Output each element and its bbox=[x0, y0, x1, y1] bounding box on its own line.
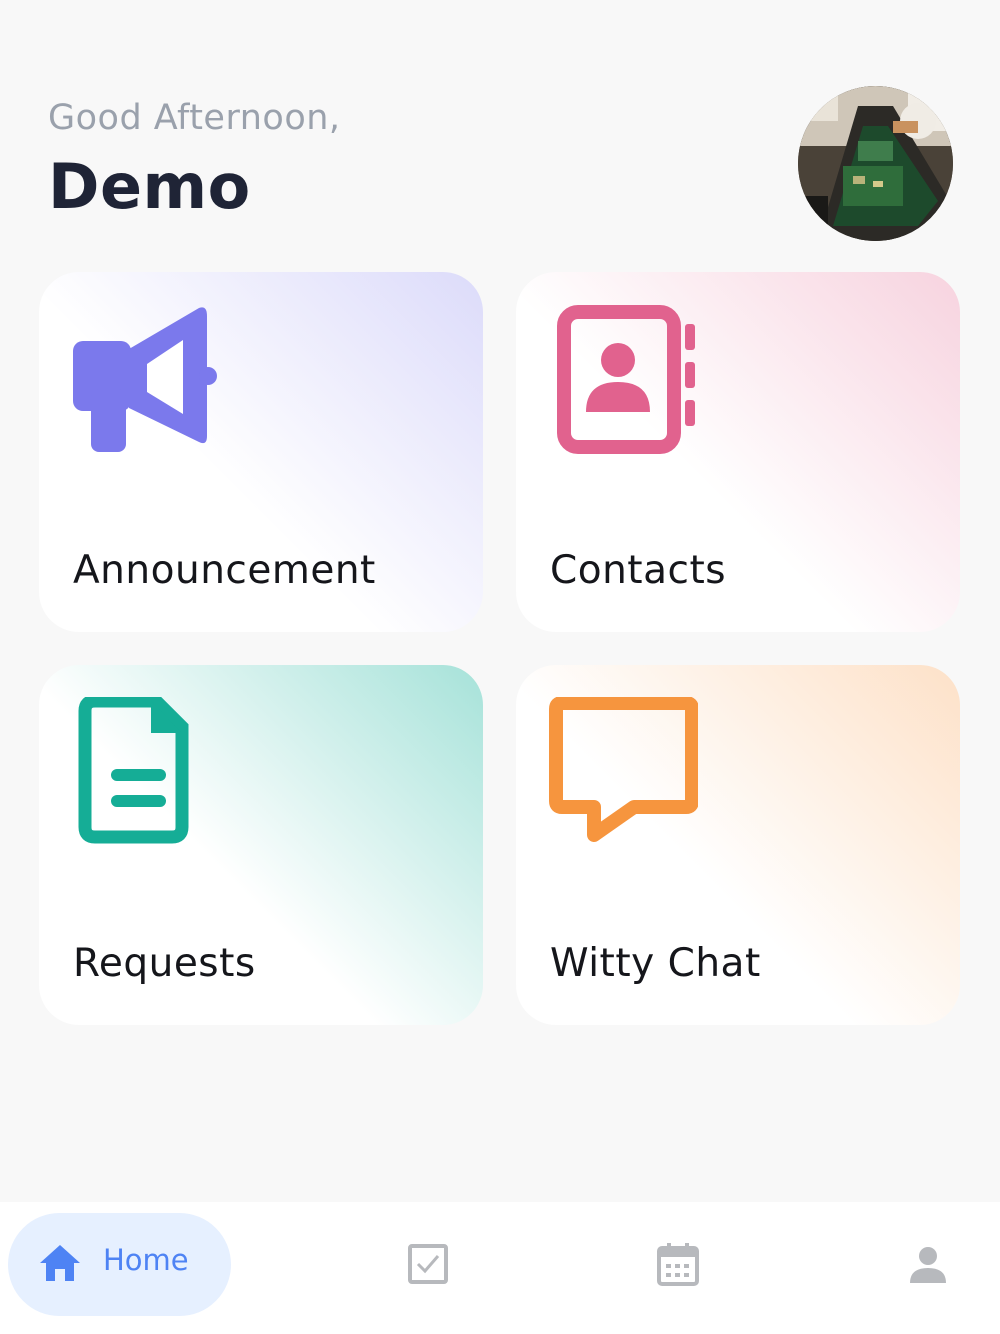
megaphone-icon bbox=[71, 304, 221, 454]
announcement-card[interactable]: Announcement bbox=[39, 272, 483, 632]
profile-icon[interactable] bbox=[908, 1245, 948, 1289]
chat-bubble-icon bbox=[548, 696, 699, 847]
card-label-requests: Requests bbox=[73, 941, 256, 986]
greeting-text: Good Afternoon, bbox=[48, 98, 341, 138]
requests-card[interactable]: Requests bbox=[39, 665, 483, 1025]
avatar-photo bbox=[798, 86, 953, 241]
contacts-card[interactable]: Contacts bbox=[516, 272, 960, 632]
card-label-contacts: Contacts bbox=[550, 548, 727, 593]
user-name: Demo bbox=[48, 150, 251, 223]
bottom-navigation: Home bbox=[0, 1202, 1000, 1334]
tasks-checkbox-icon[interactable] bbox=[408, 1244, 448, 1288]
document-icon bbox=[71, 694, 221, 847]
witty-chat-card[interactable]: Witty Chat bbox=[516, 665, 960, 1025]
home-icon bbox=[38, 1243, 82, 1283]
card-label-announcement: Announcement bbox=[73, 548, 376, 593]
avatar[interactable] bbox=[798, 86, 953, 241]
nav-home-button[interactable]: Home bbox=[8, 1213, 231, 1316]
contact-book-icon bbox=[548, 304, 698, 454]
nav-home-label: Home bbox=[103, 1243, 189, 1277]
calendar-icon[interactable] bbox=[657, 1242, 699, 1290]
card-label-witty-chat: Witty Chat bbox=[550, 941, 761, 986]
